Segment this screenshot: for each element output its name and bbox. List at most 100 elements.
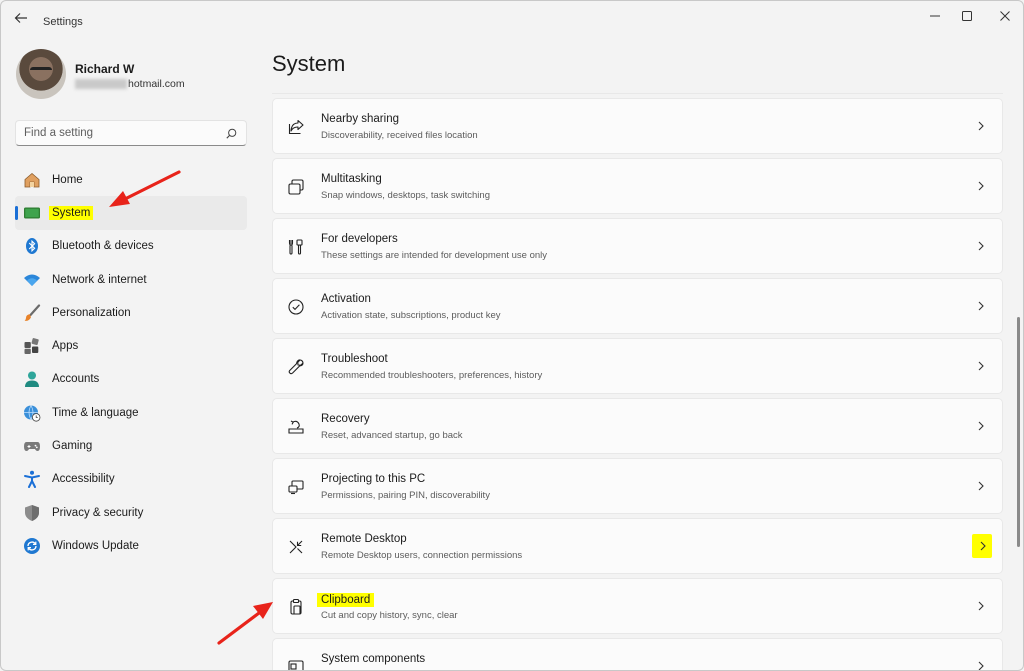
avatar[interactable]: [16, 49, 66, 99]
sidebar-item-gaming[interactable]: Gaming: [15, 429, 247, 462]
sidebar-item-label: Windows Update: [52, 539, 139, 552]
chevron-right-icon: [978, 121, 984, 131]
developer-tools-icon: [288, 239, 303, 255]
setting-subtitle: Activation state, subscriptions, product…: [321, 310, 501, 321]
maximize-button[interactable]: [953, 7, 981, 25]
sidebar-item-label: Accounts: [52, 373, 100, 386]
search-box[interactable]: [15, 120, 247, 146]
setting-subtitle: Remote Desktop users, connection permiss…: [321, 550, 523, 561]
setting-title: Projecting to this PC: [321, 473, 426, 485]
annotation-arrow-clipboard: [217, 602, 273, 645]
chevron-right-icon: [972, 534, 992, 558]
setting-row-system-components[interactable]: System components: [272, 638, 1003, 670]
home-icon: [23, 171, 41, 189]
sidebar-nav: Home System Bluetooth & devices Network …: [15, 163, 247, 563]
minimize-button[interactable]: [921, 7, 949, 25]
sidebar-item-apps[interactable]: Apps: [15, 329, 247, 362]
setting-row-remote-desktop[interactable]: Remote Desktop Remote Desktop users, con…: [272, 518, 1003, 574]
setting-title: Activation: [321, 293, 371, 305]
vertical-scrollbar[interactable]: [1017, 317, 1020, 547]
update-icon: [23, 537, 41, 555]
system-icon: [23, 204, 41, 222]
setting-title: For developers: [321, 233, 398, 245]
system-components-icon: [288, 660, 304, 670]
setting-title: Troubleshoot: [321, 353, 388, 365]
title-bar: Settings: [1, 1, 1023, 33]
setting-subtitle: Permissions, pairing PIN, discoverabilit…: [321, 490, 490, 501]
page-title: System: [272, 51, 346, 76]
setting-row-activation[interactable]: Activation Activation state, subscriptio…: [272, 278, 1003, 334]
sidebar-item-label: Home: [52, 173, 83, 186]
chevron-right-icon: [978, 661, 984, 670]
sidebar-item-label: Personalization: [52, 306, 131, 319]
sidebar-item-label: Network & internet: [52, 273, 147, 286]
multitasking-icon: [288, 179, 304, 195]
close-button[interactable]: [991, 7, 1019, 25]
sidebar-item-label: Gaming: [52, 440, 93, 453]
chevron-right-icon: [978, 481, 984, 491]
sidebar-item-label: Privacy & security: [52, 506, 144, 519]
shield-icon: [23, 504, 41, 522]
setting-title: Nearby sharing: [321, 113, 399, 125]
setting-subtitle: These settings are intended for developm…: [321, 250, 548, 261]
selection-indicator: [15, 206, 18, 221]
bluetooth-icon: [23, 237, 41, 255]
chevron-right-icon: [978, 601, 984, 611]
wrench-icon: [288, 359, 304, 375]
setting-title: Recovery: [321, 413, 370, 425]
projecting-icon: [288, 480, 304, 495]
sidebar-item-label: Bluetooth & devices: [52, 240, 154, 253]
sidebar-item-accessibility[interactable]: Accessibility: [15, 463, 247, 496]
sidebar-item-label: System: [49, 205, 94, 220]
sidebar-item-network[interactable]: Network & internet: [15, 263, 247, 296]
sidebar-item-bluetooth[interactable]: Bluetooth & devices: [15, 230, 247, 263]
sidebar-item-accounts[interactable]: Accounts: [15, 363, 247, 396]
back-arrow-icon[interactable]: [11, 10, 33, 26]
search-input[interactable]: [24, 121, 224, 145]
search-icon[interactable]: [226, 128, 237, 139]
profile-email-domain: hotmail.com: [128, 78, 185, 90]
accounts-icon: [23, 370, 41, 388]
check-circle-icon: [288, 299, 304, 315]
gamepad-icon: [23, 437, 41, 455]
apps-icon: [23, 337, 41, 355]
settings-list: Nearby sharing Discoverability, received…: [272, 93, 1004, 670]
setting-row-troubleshoot[interactable]: Troubleshoot Recommended troubleshooters…: [272, 338, 1003, 394]
setting-row-projecting[interactable]: Projecting to this PC Permissions, pairi…: [272, 458, 1003, 514]
setting-subtitle: Cut and copy history, sync, clear: [321, 610, 458, 621]
setting-subtitle: Reset, advanced startup, go back: [321, 430, 463, 441]
settings-window: Settings Richard W hotmail.com Find a se…: [0, 0, 1024, 671]
setting-row-nearby-sharing[interactable]: Nearby sharing Discoverability, received…: [272, 98, 1003, 154]
sidebar-item-home[interactable]: Home: [15, 163, 247, 196]
setting-row-multitasking[interactable]: Multitasking Snap windows, desktops, tas…: [272, 158, 1003, 214]
sidebar-item-time-language[interactable]: Time & language: [15, 396, 247, 429]
chevron-right-icon: [978, 301, 984, 311]
clipboard-icon: [290, 598, 302, 615]
globe-clock-icon: [23, 404, 41, 422]
sidebar-item-label: Apps: [52, 340, 79, 353]
chevron-right-icon: [978, 421, 984, 431]
setting-row-recovery[interactable]: Recovery Reset, advanced startup, go bac…: [272, 398, 1003, 454]
sidebar-item-label: Time & language: [52, 406, 139, 419]
chevron-right-icon: [978, 181, 984, 191]
sidebar-item-privacy-security[interactable]: Privacy & security: [15, 496, 247, 529]
profile-email: hotmail.com: [75, 78, 185, 90]
sidebar-item-personalization[interactable]: Personalization: [15, 296, 247, 329]
share-icon: [288, 119, 304, 135]
avatar-photo: [30, 67, 52, 74]
chevron-right-icon: [978, 241, 984, 251]
setting-title: Remote Desktop: [321, 533, 407, 545]
setting-subtitle: Recommended troubleshooters, preferences…: [321, 370, 543, 381]
setting-title: Multitasking: [321, 173, 382, 185]
sidebar-item-system[interactable]: System: [15, 196, 247, 230]
sidebar-item-windows-update[interactable]: Windows Update: [15, 529, 247, 562]
setting-subtitle: Discoverability, received files location: [321, 130, 478, 141]
email-redaction: [75, 79, 127, 89]
setting-row-clipboard[interactable]: Clipboard Cut and copy history, sync, cl…: [272, 578, 1003, 634]
setting-subtitle: Snap windows, desktops, task switching: [321, 190, 490, 201]
setting-title: System components: [321, 653, 426, 665]
brush-icon: [23, 304, 41, 322]
wifi-icon: [23, 271, 41, 289]
chevron-right-icon: [978, 361, 984, 371]
setting-row-for-developers[interactable]: For developers These settings are intend…: [272, 218, 1003, 274]
